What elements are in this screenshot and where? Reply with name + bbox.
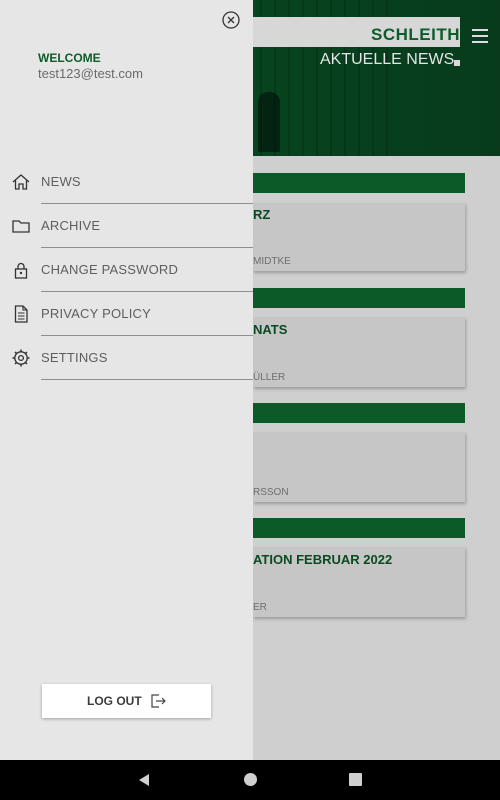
brand-logo: SCHLEITH bbox=[371, 25, 460, 44]
document-icon bbox=[14, 305, 28, 323]
nav-item-change-password[interactable]: CHANGE PASSWORD bbox=[0, 252, 253, 296]
page-title: AKTUELLE NEWS bbox=[320, 51, 455, 68]
logout-icon bbox=[151, 694, 166, 708]
navigation-drawer: WELCOME test123@test.com NEWS ARCHIVE CH… bbox=[0, 0, 253, 760]
gear-icon bbox=[12, 349, 30, 367]
divider bbox=[41, 379, 253, 380]
news-card[interactable]: RSSON bbox=[253, 432, 465, 502]
lock-icon bbox=[14, 262, 28, 279]
card-header-bar bbox=[253, 403, 465, 423]
divider bbox=[41, 247, 253, 248]
card-header-bar bbox=[253, 173, 465, 193]
news-card[interactable]: RZ MIDTKE bbox=[253, 203, 465, 271]
nav-item-archive[interactable]: ARCHIVE bbox=[0, 208, 253, 252]
nav-item-news[interactable]: NEWS bbox=[0, 164, 253, 208]
nav-item-label: ARCHIVE bbox=[41, 218, 101, 233]
divider bbox=[41, 335, 253, 336]
nav-item-label: PRIVACY POLICY bbox=[41, 306, 151, 321]
divider bbox=[41, 291, 253, 292]
system-navigation-bar bbox=[0, 760, 500, 800]
recent-apps-icon[interactable] bbox=[349, 773, 362, 786]
card-header-bar bbox=[253, 518, 465, 538]
divider bbox=[41, 203, 253, 204]
news-card[interactable]: NATS ÜLLER bbox=[253, 317, 465, 387]
nav-item-settings[interactable]: SETTINGS bbox=[0, 340, 253, 384]
news-card[interactable]: ATION FEBRUAR 2022 ER bbox=[253, 547, 465, 617]
close-icon[interactable] bbox=[222, 11, 240, 29]
nav-item-label: NEWS bbox=[41, 174, 81, 189]
card-header-bar bbox=[253, 288, 465, 308]
welcome-label: WELCOME bbox=[38, 51, 101, 65]
home-button-icon[interactable] bbox=[244, 773, 257, 786]
folder-icon bbox=[12, 220, 30, 233]
hamburger-menu-icon[interactable] bbox=[472, 29, 488, 43]
nav-item-privacy-policy[interactable]: PRIVACY POLICY bbox=[0, 296, 253, 340]
user-email: test123@test.com bbox=[38, 66, 143, 81]
nav-item-label: SETTINGS bbox=[41, 350, 108, 365]
title-square-icon bbox=[454, 60, 460, 66]
home-icon bbox=[12, 174, 30, 190]
logout-button[interactable]: LOG OUT bbox=[42, 684, 211, 718]
logout-label: LOG OUT bbox=[87, 694, 142, 708]
nav-item-label: CHANGE PASSWORD bbox=[41, 262, 179, 277]
back-icon[interactable] bbox=[137, 773, 151, 787]
